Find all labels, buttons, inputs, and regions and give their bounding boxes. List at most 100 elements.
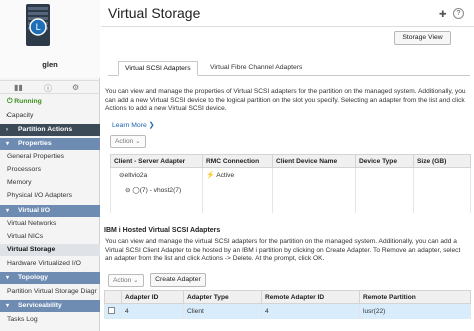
sidebar-item-virtual-nics[interactable]: Virtual NICs <box>0 231 100 243</box>
bar-chart-icon[interactable]: ▮▮ <box>14 83 23 92</box>
column-header[interactable]: Adapter ID <box>121 290 184 304</box>
cell-size <box>413 182 471 198</box>
main-content: Virtual Storage ✚ ? Storage View Virtual… <box>101 0 474 331</box>
sidebar-item-tasks-log[interactable]: Tasks Log <box>0 314 100 326</box>
actions-dropdown-2[interactable]: Action ⌄ <box>108 274 144 287</box>
cell-adapter-id: 4 <box>121 303 184 319</box>
settings-icon[interactable]: ⚙ <box>72 83 79 92</box>
table-header-row: Adapter ID Adapter Type Remote Adapter I… <box>104 290 471 304</box>
sidebar-item-label: General Properties <box>7 153 65 160</box>
sidebar-item-properties[interactable]: ▾ Properties <box>0 138 100 150</box>
cell-type <box>355 167 414 183</box>
chevron-icon: ▾ <box>6 141 10 147</box>
table-row[interactable]: ⊖eltvio2a ⚡ Active <box>110 167 471 183</box>
left-sidebar: L glen ▮▮ ⓘ ⚙ ⏻ Running › Capacity › Partit… <box>0 0 100 331</box>
cell-rmc: ⚡ Active <box>202 167 273 183</box>
cell-rmc <box>202 182 273 198</box>
title-divider <box>101 26 474 27</box>
lightning-icon: ⚡ <box>206 172 215 180</box>
sidebar-item-label: Memory <box>7 179 32 186</box>
storage-view-button[interactable]: Storage View <box>394 31 451 45</box>
cell-device <box>272 167 356 183</box>
column-header[interactable]: RMC Connection <box>202 154 273 168</box>
cell-type <box>355 182 414 198</box>
sidebar-item-label: Processors <box>7 166 41 173</box>
chevron-icon: › <box>6 127 8 133</box>
cell-remote-partition: lusr(22) <box>359 303 471 319</box>
create-adapter-button[interactable]: Create Adapter <box>150 273 206 287</box>
sidebar-item-label: Virtual NICs <box>7 233 44 240</box>
virtual-scsi-table: Client - Server Adapter RMC Connection C… <box>110 154 471 213</box>
svg-text:L: L <box>35 23 40 33</box>
sidebar-item-partition-actions[interactable]: › Partition Actions <box>0 124 100 136</box>
cell-remote-adapter-id: 4 <box>261 303 360 319</box>
section-title-ibmi: IBM i Hosted Virtual SCSI Adapters <box>104 227 221 234</box>
status-running: ⏻ Running <box>0 96 100 108</box>
status-label: Running <box>14 98 42 105</box>
ibmi-adapter-table: Adapter ID Adapter Type Remote Adapter I… <box>104 290 471 319</box>
tab-virtual-scsi-adapters[interactable]: Virtual SCSI Adapters <box>118 61 198 76</box>
column-header[interactable]: Client - Server Adapter <box>110 154 203 168</box>
sidebar-item-processors[interactable]: Processors <box>0 164 100 176</box>
chevron-icon: ▾ <box>6 208 10 214</box>
sidebar-item-serviceability[interactable]: ▾ Serviceability <box>0 300 100 312</box>
column-header[interactable]: Device Type <box>355 154 414 168</box>
sidebar-item-virtual-networks[interactable]: Virtual Networks <box>0 218 100 230</box>
sidebar-item-virtual-i-o[interactable]: ▾ Virtual I/O <box>0 205 100 217</box>
sidebar-item-label: Serviceability <box>18 302 62 309</box>
tab-virtual-fibre-channel-adapters[interactable]: Virtual Fibre Channel Adapters <box>204 61 308 76</box>
sidebar-item-hardware-virtualized-i-o[interactable]: Hardware Virtualized I/O <box>0 258 100 270</box>
sidebar-item-label: Properties <box>18 140 52 147</box>
column-header[interactable]: Adapter Type <box>183 290 262 304</box>
actions-dropdown[interactable]: Action ⌄ <box>110 135 146 148</box>
sidebar-item-label: Tasks Log <box>7 316 38 323</box>
pin-icon[interactable]: ✚ <box>439 9 447 20</box>
partition-header: L glen <box>0 0 100 78</box>
column-header[interactable]: Size (GB) <box>413 154 471 168</box>
sidebar-item-label: Virtual Networks <box>7 220 57 227</box>
sidebar-item-virtual-storage[interactable]: Virtual Storage <box>0 244 100 256</box>
table-row[interactable]: ⊖ ◯(7) - vhost2(7) <box>110 182 471 198</box>
chevron-icon: ▾ <box>6 275 10 281</box>
table-header-row: Client - Server Adapter RMC Connection C… <box>110 154 471 168</box>
sidebar-item-general-properties[interactable]: General Properties <box>0 151 100 163</box>
sidebar-icon-row: ▮▮ ⓘ ⚙ <box>0 80 100 94</box>
cell-size <box>413 167 471 183</box>
info-icon[interactable]: ⓘ <box>44 83 52 94</box>
cell-adapter[interactable]: ⊖eltvio2a <box>110 167 203 183</box>
select-column-header <box>104 290 122 304</box>
sidebar-item-partition-virtual-storage-diagr[interactable]: Partition Virtual Storage Diagr <box>0 286 100 298</box>
cell-adapter-type: Client <box>183 303 262 319</box>
row-checkbox[interactable] <box>108 307 115 315</box>
description-text: You can view and manage the properties o… <box>105 88 466 113</box>
column-header[interactable]: Remote Partition <box>359 290 471 304</box>
sidebar-item-label: Topology <box>18 274 49 281</box>
sidebar-item-memory[interactable]: Memory <box>0 177 100 189</box>
sidebar-item-label: Virtual I/O <box>18 207 50 214</box>
rmc-status: Active <box>216 172 235 180</box>
sidebar-item-physical-i-o-adapters[interactable]: Physical I/O Adapters <box>0 190 100 202</box>
sidebar-item-label: Partition Virtual Storage Diagr <box>7 288 97 295</box>
page-title: Virtual Storage <box>108 5 201 21</box>
column-header[interactable]: Remote Adapter ID <box>261 290 360 304</box>
partition-name: glen <box>42 60 58 69</box>
sidebar-item-label: Virtual Storage <box>7 246 56 253</box>
sidebar-item-label: Partition Actions <box>18 126 73 133</box>
table-row <box>110 197 471 213</box>
sidebar-item-topology[interactable]: ▾ Topology <box>0 272 100 284</box>
server-icon: L <box>26 4 50 46</box>
sidebar-item-capacity[interactable]: › Capacity <box>0 110 100 122</box>
table-row[interactable]: 4 Client 4 lusr(22) <box>104 303 471 319</box>
sidebar-item-label: Capacity <box>7 112 34 119</box>
tab-bar: Virtual SCSI Adapters Virtual Fibre Chan… <box>108 61 470 76</box>
cell-device <box>272 182 356 198</box>
ibmi-description-text: You can view and manage the virtual SCSI… <box>105 238 461 263</box>
row-checkbox-cell[interactable] <box>104 303 122 319</box>
column-header[interactable]: Client Device Name <box>272 154 356 168</box>
help-icon[interactable]: ? <box>453 8 464 19</box>
learn-more-link[interactable]: Learn More ❯ <box>112 121 154 129</box>
chevron-icon: ▾ <box>6 303 10 309</box>
cell-adapter[interactable]: ⊖ ◯(7) - vhost2(7) <box>110 182 203 198</box>
chevron-icon: › <box>6 113 8 119</box>
sidebar-item-label: Hardware Virtualized I/O <box>7 260 81 267</box>
